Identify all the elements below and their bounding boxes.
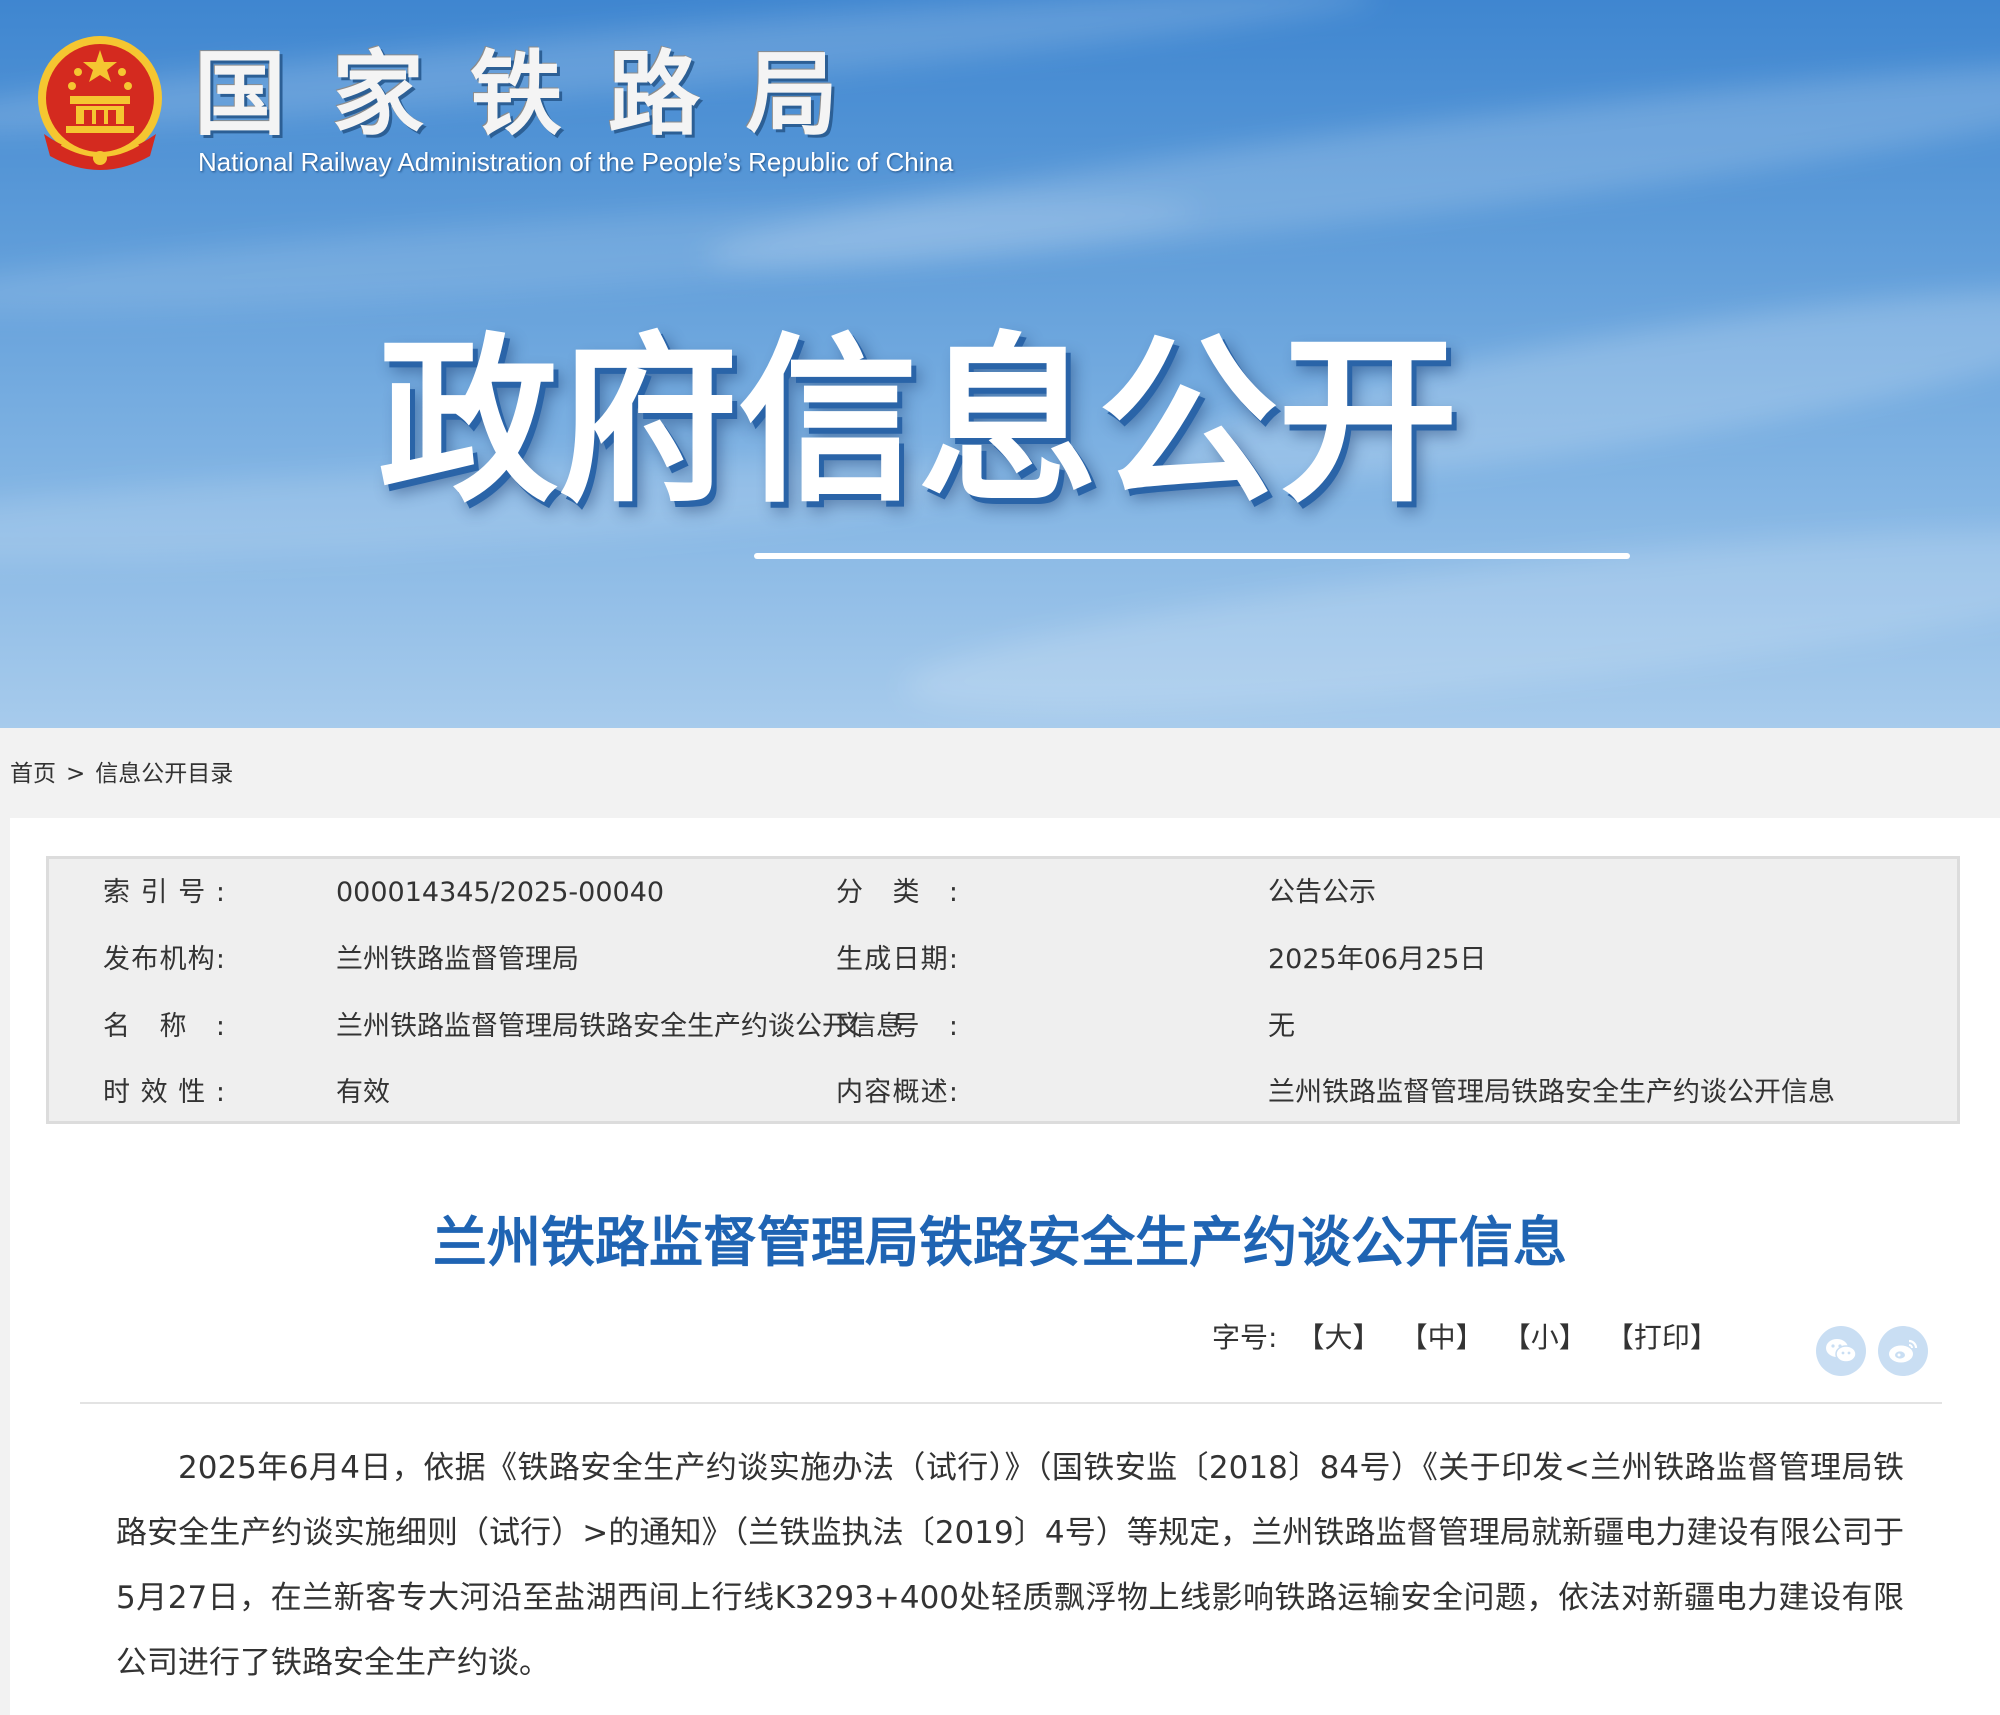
- meta-row: 时效性: 有效 内容概述: 兰州铁路监督管理局铁路安全生产约谈公开信息: [49, 1073, 1957, 1113]
- meta-label-generation-date: 生成日期:: [836, 944, 958, 975]
- content-panel: 索引号: 000014345/2025-00040 分类: 公告公示 发布机构:…: [10, 818, 2000, 1715]
- meta-label-validity: 时效性:: [103, 1077, 225, 1108]
- font-size-toolbar: 字号: 【大】 【中】 【小】 【打印】: [1212, 1318, 1718, 1358]
- meta-label-index-number: 索引号:: [103, 877, 225, 908]
- section-title: 政府信息公开: [378, 318, 1459, 527]
- meta-row: 发布机构: 兰州铁路监督管理局 生成日期: 2025年06月25日: [49, 940, 1957, 980]
- breadcrumb-separator: >: [66, 761, 86, 787]
- content-divider: [80, 1402, 1942, 1404]
- site-name-chinese: 国家铁路局: [194, 40, 885, 148]
- meta-value-index-number: 000014345/2025-00040: [336, 877, 665, 908]
- article-title: 兰州铁路监督管理局铁路安全生产约谈公开信息: [433, 1211, 1567, 1274]
- meta-label-category: 分类:: [836, 877, 958, 908]
- meta-value-name: 兰州铁路监督管理局铁路安全生产约谈公开信息: [336, 1011, 903, 1042]
- site-name-english: National Railway Administration of the P…: [198, 147, 954, 177]
- national-emblem-icon: [38, 36, 162, 170]
- article-body: 2025年6月4日，依据《铁路安全生产约谈实施办法（试行）》（国铁安监〔2018…: [116, 1450, 1904, 1681]
- meta-row: 索引号: 000014345/2025-00040 分类: 公告公示: [49, 873, 1957, 913]
- share-wechat-button[interactable]: [1816, 1326, 1866, 1376]
- print-button[interactable]: 【打印】: [1606, 1321, 1718, 1354]
- meta-label-name: 名称:: [103, 1011, 225, 1042]
- weibo-icon: [1889, 1339, 1918, 1363]
- font-medium-button[interactable]: 【中】: [1400, 1321, 1484, 1354]
- share-weibo-button[interactable]: [1878, 1326, 1928, 1376]
- meta-value-generation-date: 2025年06月25日: [1268, 944, 1487, 975]
- breadcrumb-home-link[interactable]: 首页: [10, 761, 56, 787]
- meta-label-document-number: 文号:: [836, 1011, 958, 1042]
- meta-label-summary: 内容概述:: [836, 1077, 958, 1108]
- header-banner: 国家铁路局 National Railway Administration of…: [0, 0, 2000, 728]
- meta-value-publisher: 兰州铁路监督管理局: [336, 944, 579, 975]
- meta-value-summary: 兰州铁路监督管理局铁路安全生产约谈公开信息: [1268, 1077, 1835, 1108]
- meta-row: 名称: 兰州铁路监督管理局铁路安全生产约谈公开信息 文号: 无: [49, 1007, 1957, 1047]
- document-metadata-table: 索引号: 000014345/2025-00040 分类: 公告公示 发布机构:…: [46, 856, 1960, 1124]
- font-small-button[interactable]: 【小】: [1503, 1321, 1587, 1354]
- meta-label-publisher: 发布机构:: [103, 944, 225, 975]
- meta-value-document-number: 无: [1268, 1011, 1295, 1042]
- font-size-label: 字号:: [1212, 1321, 1278, 1354]
- breadcrumb-current-link[interactable]: 信息公开目录: [95, 761, 233, 787]
- title-underline: [754, 553, 1630, 559]
- breadcrumb: 首页 > 信息公开目录: [10, 756, 233, 792]
- meta-value-validity: 有效: [336, 1077, 390, 1108]
- font-large-button[interactable]: 【大】: [1297, 1321, 1381, 1354]
- meta-value-category: 公告公示: [1268, 877, 1376, 908]
- wechat-icon: [1826, 1339, 1857, 1363]
